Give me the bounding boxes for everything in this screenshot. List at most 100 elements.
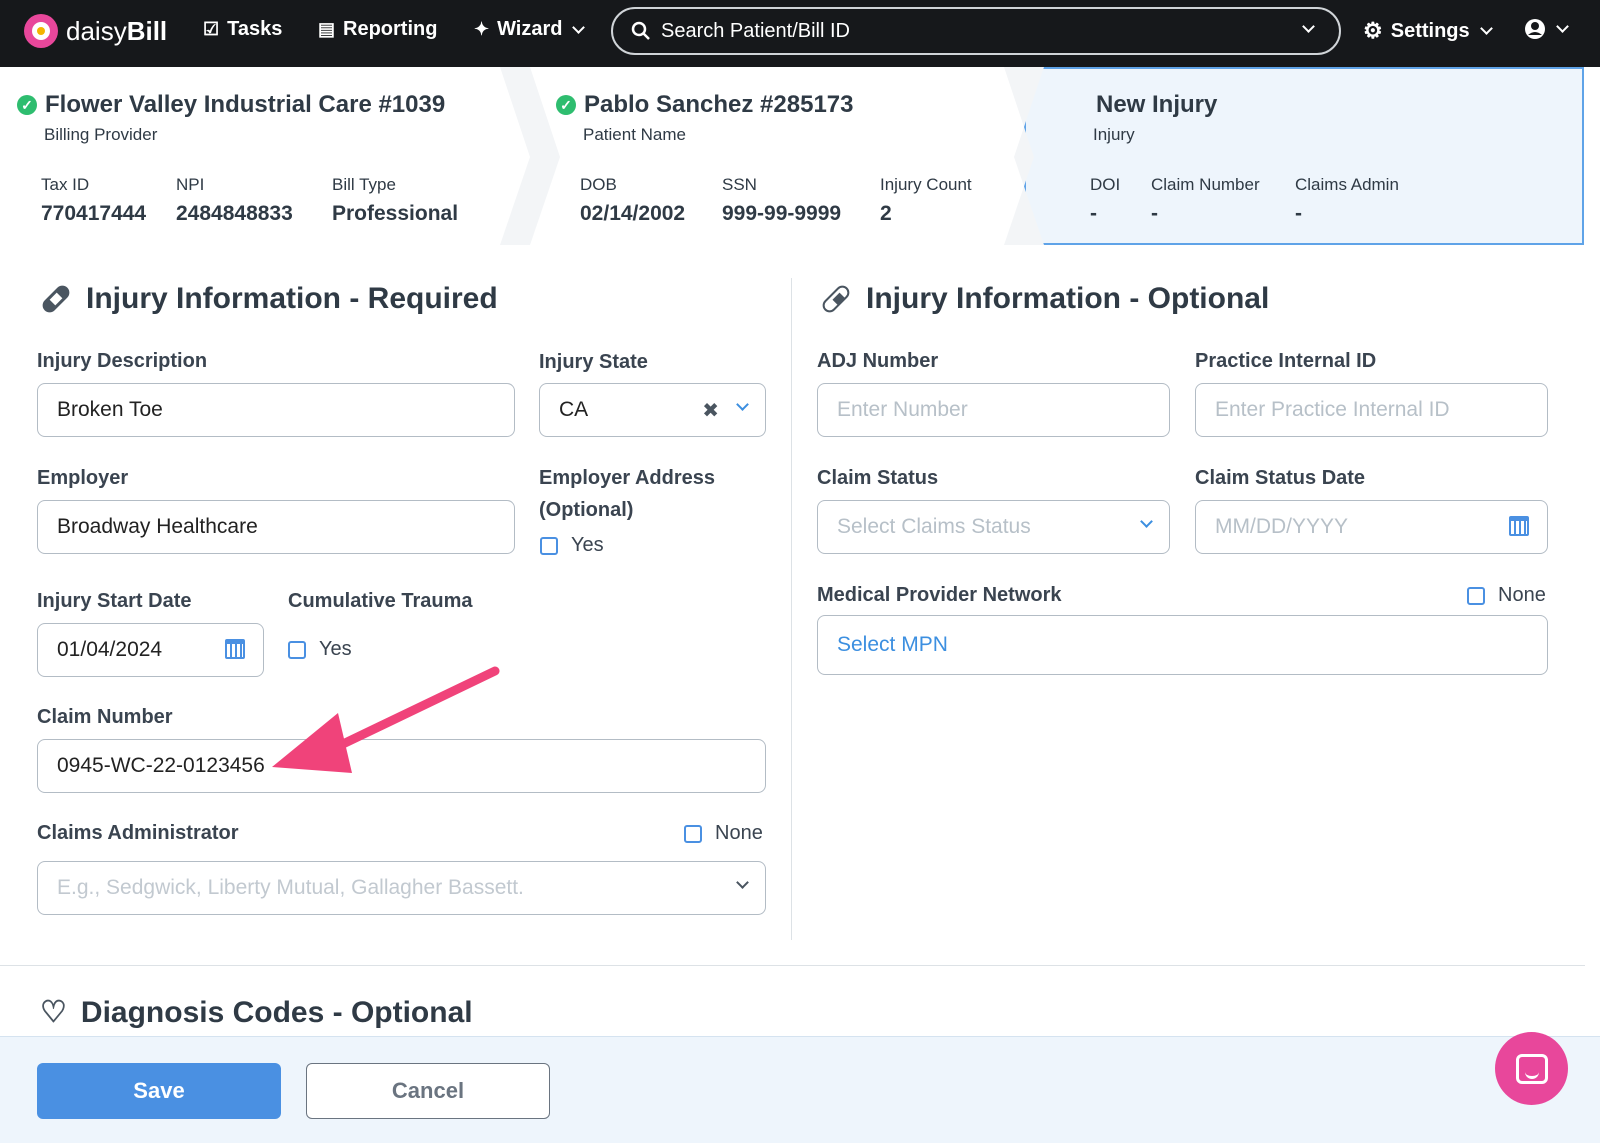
injury-state-select[interactable]: CA ✖: [539, 383, 766, 437]
header-claims-admin-label: Claims Admin: [1295, 175, 1399, 194]
claim-status-label: Claim Status: [817, 467, 939, 489]
claims-admin-none-checkbox[interactable]: [684, 825, 702, 843]
column-divider: [791, 278, 792, 940]
clipboard-check-icon: ☑: [203, 19, 220, 39]
chat-launcher-button[interactable]: [1495, 1032, 1568, 1105]
employer-address-yes-label: Yes: [571, 534, 604, 556]
bill-type-label: Bill Type: [332, 175, 396, 194]
check-circle-icon: ✓: [17, 95, 37, 115]
cumulative-trauma-yes-label: Yes: [319, 638, 352, 660]
form-footer: Save Cancel: [0, 1036, 1600, 1143]
patient-title[interactable]: ✓ Pablo Sanchez #285173: [556, 91, 853, 119]
claim-number-value: 0945-WC-22-0123456: [57, 754, 265, 777]
clear-icon[interactable]: ✖: [702, 398, 719, 423]
chevron-down-icon: [572, 20, 586, 34]
chevron-down-icon: [1479, 22, 1493, 35]
cancel-button[interactable]: Cancel: [306, 1063, 550, 1119]
employer-address-optional-label: (Optional): [539, 499, 634, 521]
nav-reporting[interactable]: ▤ Reporting: [318, 18, 437, 41]
employer-field[interactable]: Broadway Healthcare: [37, 500, 515, 554]
tax-id-label: Tax ID: [41, 175, 90, 194]
injury-description-field[interactable]: Broken Toe: [37, 383, 515, 437]
save-button[interactable]: Save: [37, 1063, 281, 1119]
cumulative-trauma-label: Cumulative Trauma: [288, 590, 473, 612]
claims-administrator-placeholder: E.g., Sedgwick, Liberty Mutual, Gallaghe…: [57, 876, 524, 899]
chevron-down-icon: [1556, 20, 1569, 33]
dob-value: 02/14/2002: [580, 202, 686, 225]
injury-description-value: Broken Toe: [57, 398, 163, 421]
chevron-down-icon[interactable]: [736, 876, 749, 889]
employer-address-checkbox[interactable]: [540, 537, 558, 555]
provider-title[interactable]: ✓ Flower Valley Industrial Care #1039: [17, 91, 445, 119]
dob-label: DOB: [580, 175, 617, 194]
chevron-down-icon[interactable]: [1140, 515, 1153, 528]
patient-subtitle: Patient Name: [583, 125, 686, 144]
search-dropdown-chevron-icon[interactable]: [1302, 20, 1315, 33]
ssn-label: SSN: [722, 175, 757, 194]
claim-status-date-field[interactable]: [1195, 500, 1548, 554]
claims-admin-none-label: None: [715, 822, 763, 844]
daisy-flower-icon: [24, 14, 58, 48]
gear-icon: ⚙: [1363, 18, 1383, 43]
claim-status-select[interactable]: Select Claims Status: [817, 500, 1170, 554]
mpn-none-checkbox[interactable]: [1467, 587, 1485, 605]
employer-address-label: Employer Address: [539, 467, 715, 489]
select-mpn-link[interactable]: Select MPN: [837, 633, 948, 657]
claim-status-date-input[interactable]: [1215, 515, 1547, 539]
search-bar[interactable]: [611, 7, 1341, 55]
injury-start-date-label: Injury Start Date: [37, 590, 192, 612]
adj-number-input[interactable]: [837, 398, 1169, 422]
calendar-icon[interactable]: [1509, 516, 1529, 536]
injury-state-value: CA: [559, 398, 589, 421]
bar-chart-icon: ▤: [318, 19, 336, 39]
chevron-down-icon[interactable]: [736, 398, 749, 411]
provider-name: Flower Valley Industrial Care #1039: [45, 91, 446, 118]
optional-section-heading: Injury Information - Optional: [866, 282, 1270, 315]
magic-wand-icon: ✦: [474, 19, 490, 39]
optional-section-title: Injury Information - Optional: [819, 282, 1270, 316]
nav-settings-label: Settings: [1390, 19, 1470, 42]
employer-value: Broadway Healthcare: [57, 515, 258, 538]
bill-context-header: ✓ Flower Valley Industrial Care #1039 Bi…: [0, 67, 1600, 247]
practice-internal-id-field[interactable]: [1195, 383, 1548, 437]
nav-tasks-label: Tasks: [227, 18, 283, 40]
injury-description-label: Injury Description: [37, 350, 208, 372]
header-claim-number-value: -: [1151, 202, 1158, 225]
injury-start-date-field[interactable]: 01/04/2024: [37, 623, 264, 677]
user-menu[interactable]: [1524, 18, 1569, 40]
adj-number-field[interactable]: [817, 383, 1170, 437]
practice-internal-id-label: Practice Internal ID: [1195, 350, 1377, 372]
npi-value: 2484848833: [176, 202, 293, 225]
nav-wizard-label: Wizard: [497, 18, 563, 40]
required-section-heading: Injury Information - Required: [86, 282, 498, 315]
mpn-select[interactable]: Select MPN: [817, 615, 1548, 675]
diagnosis-section-title: ♡ Diagnosis Codes - Optional: [40, 995, 473, 1030]
cumulative-trauma-checkbox[interactable]: [288, 641, 306, 659]
mpn-none-label: None: [1498, 584, 1546, 606]
patient-name: Pablo Sanchez #285173: [584, 91, 854, 118]
header-claim-number-label: Claim Number: [1151, 175, 1260, 194]
top-nav-bar: daisyBill ☑ Tasks ▤ Reporting ✦ Wizard ⚙…: [0, 0, 1600, 67]
claim-status-placeholder: Select Claims Status: [837, 515, 1031, 538]
ssn-value: 999-99-9999: [722, 202, 842, 225]
logo-text: daisyBill: [66, 15, 168, 46]
nav-tasks[interactable]: ☑ Tasks: [203, 18, 282, 41]
claim-status-date-label: Claim Status Date: [1195, 467, 1366, 489]
injury-count-label: Injury Count: [880, 175, 972, 194]
adj-number-label: ADJ Number: [817, 350, 939, 372]
search-input[interactable]: [661, 19, 1281, 43]
calendar-icon[interactable]: [225, 639, 245, 659]
daisybill-logo[interactable]: daisyBill: [24, 14, 167, 48]
nav-wizard[interactable]: ✦ Wizard: [474, 18, 586, 41]
tax-id-value: 770417444: [41, 202, 147, 225]
npi-label: NPI: [176, 175, 205, 194]
bandage-outline-icon: [819, 282, 853, 316]
claims-administrator-select[interactable]: E.g., Sedgwick, Liberty Mutual, Gallaghe…: [37, 861, 766, 915]
practice-internal-id-input[interactable]: [1215, 398, 1547, 422]
new-injury-subtitle: Injury: [1093, 125, 1135, 144]
injury-state-label: Injury State: [539, 351, 648, 373]
required-section-title: Injury Information - Required: [39, 282, 498, 316]
nav-settings[interactable]: ⚙ Settings: [1363, 18, 1493, 44]
provider-subtitle: Billing Provider: [44, 125, 158, 144]
new-injury-title: New Injury: [1096, 91, 1218, 118]
